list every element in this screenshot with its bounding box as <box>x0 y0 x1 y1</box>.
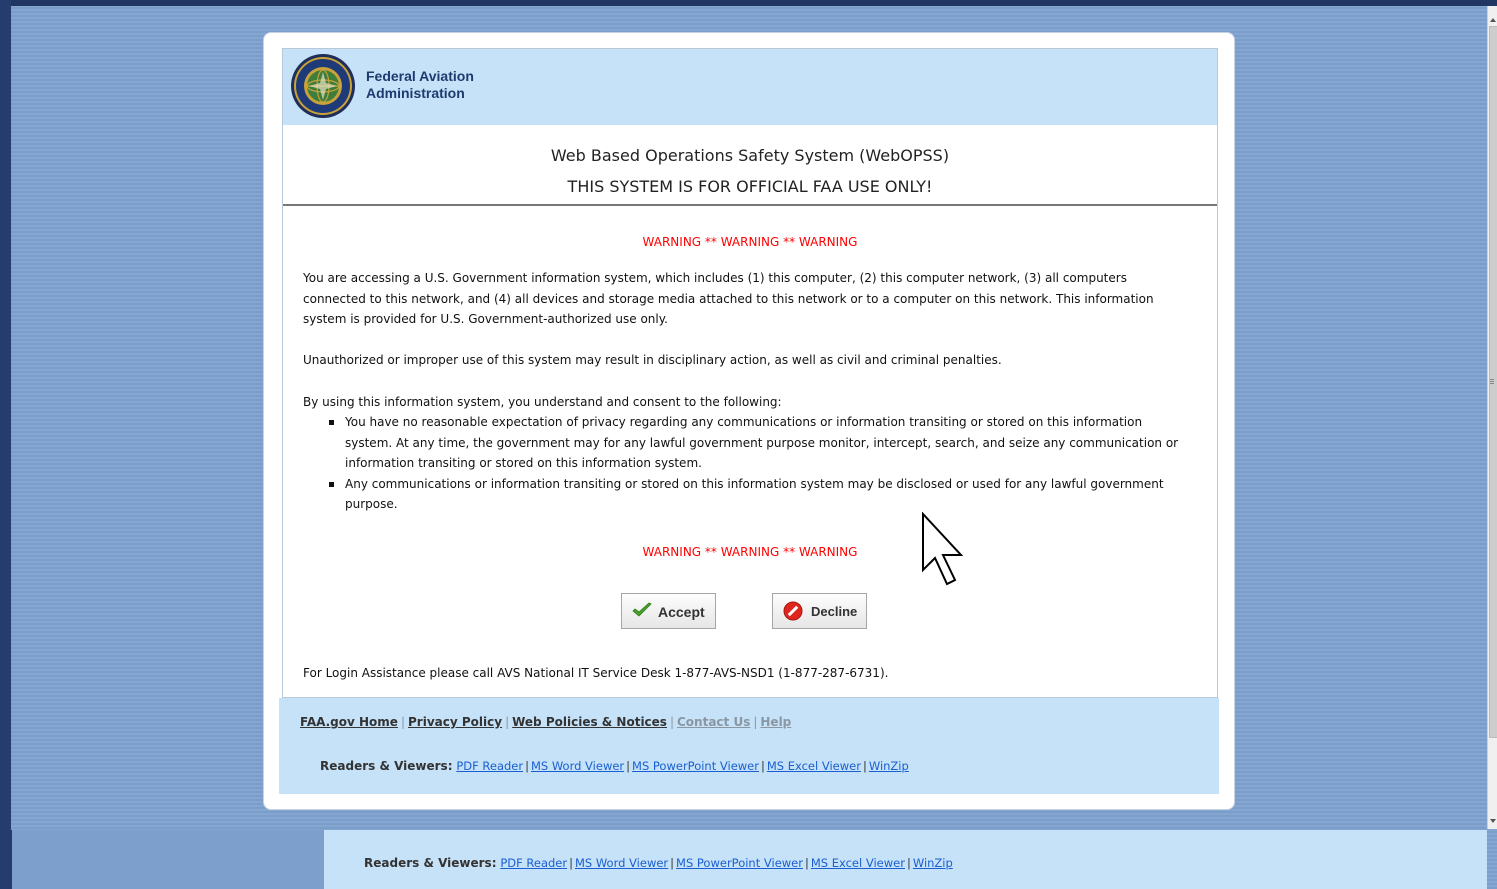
ms-word-viewer-link[interactable]: MS Word Viewer <box>531 759 624 773</box>
pdf-reader-link[interactable]: PDF Reader <box>456 759 523 773</box>
bullet-text-2: Any communications or information transi… <box>345 476 1164 512</box>
bullet-square-icon <box>329 481 334 487</box>
notice-paragraph-1: You are accessing a U.S. Government info… <box>303 271 1154 326</box>
notice-paragraph-2: Unauthorized or improper use of this sys… <box>303 353 1002 367</box>
consent-bullet-list: You have no reasonable expectation of pr… <box>303 412 1193 515</box>
ms-powerpoint-viewer-link[interactable]: MS PowerPoint Viewer <box>632 759 759 773</box>
footer-panel: FAA.gov Home | Privacy Policy | Web Policies… <box>279 698 1219 794</box>
agency-name-line1: Federal Aviation <box>366 68 474 84</box>
link-separator: | <box>753 715 758 729</box>
vertical-scrollbar[interactable] <box>1487 6 1497 829</box>
list-item: Any communications or information transi… <box>303 474 1193 515</box>
ms-excel-viewer-link[interactable]: MS Excel Viewer <box>811 856 905 870</box>
link-separator: | <box>669 715 674 729</box>
readers-label: Readers & Viewers: <box>364 856 497 870</box>
accept-label: Accept <box>658 604 705 620</box>
scroll-up-icon[interactable] <box>1490 18 1496 22</box>
pdf-reader-link[interactable]: PDF Reader <box>500 856 567 870</box>
warning-top: WARNING ** WARNING ** WARNING <box>642 235 858 249</box>
scroll-down-icon[interactable] <box>1490 819 1496 823</box>
mouse-pointer-icon <box>922 512 964 586</box>
footer-links: FAA.gov Home | Privacy Policy | Web Policies… <box>300 715 791 729</box>
winzip-link[interactable]: WinZip <box>913 856 953 870</box>
window-left-bar <box>0 0 11 889</box>
privacy-policy-link[interactable]: Privacy Policy <box>408 715 502 729</box>
ms-excel-viewer-link[interactable]: MS Excel Viewer <box>767 759 861 773</box>
faa-seal-icon <box>291 54 355 118</box>
readers-viewers-bar: Readers & Viewers: PDF Reader | MS Word Vi… <box>320 759 909 773</box>
ms-powerpoint-viewer-link[interactable]: MS PowerPoint Viewer <box>676 856 803 870</box>
decline-label: Decline <box>811 604 858 619</box>
warning-banner-box: Federal Aviation Administration Web Base… <box>282 48 1218 698</box>
ms-word-viewer-link[interactable]: MS Word Viewer <box>575 856 668 870</box>
help-link[interactable]: Help <box>760 715 791 729</box>
bullet-text-1: You have no reasonable expectation of pr… <box>345 415 1179 470</box>
agency-name: Federal Aviation Administration <box>366 68 474 102</box>
agency-name-line2: Administration <box>366 85 465 101</box>
scroll-grip-icon <box>1490 378 1494 384</box>
web-policies-link[interactable]: Web Policies & Notices <box>512 715 667 729</box>
system-title: Web Based Operations Safety System (WebO… <box>550 146 950 165</box>
bullet-square-icon <box>329 420 334 425</box>
bottom-readers-viewers-bar: Readers & Viewers: PDF Reader | MS Word Vi… <box>364 856 953 870</box>
link-separator: | <box>505 715 510 729</box>
notice-paragraph-3: By using this information system, you un… <box>303 395 782 409</box>
window-top-bar <box>0 0 1497 6</box>
readers-label: Readers & Viewers: <box>320 759 453 773</box>
checkmark-icon <box>632 602 652 617</box>
accept-button[interactable]: Accept <box>621 593 716 629</box>
faa-header: Federal Aviation Administration <box>283 49 1217 125</box>
decline-button[interactable]: Decline <box>772 593 867 629</box>
login-assistance-text: For Login Assistance please call AVS Nat… <box>303 666 889 680</box>
link-separator: | <box>400 715 405 729</box>
winzip-link[interactable]: WinZip <box>869 759 909 773</box>
list-item: You have no reasonable expectation of pr… <box>303 412 1193 474</box>
title-divider <box>283 204 1217 206</box>
contact-us-link[interactable]: Contact Us <box>677 715 750 729</box>
bottom-left-block <box>11 830 324 889</box>
official-use-notice: THIS SYSTEM IS FOR OFFICIAL FAA USE ONLY… <box>567 177 933 196</box>
faa-home-link[interactable]: FAA.gov Home <box>300 715 398 729</box>
warning-bottom: WARNING ** WARNING ** WARNING <box>642 545 858 559</box>
no-entry-icon <box>783 601 803 621</box>
